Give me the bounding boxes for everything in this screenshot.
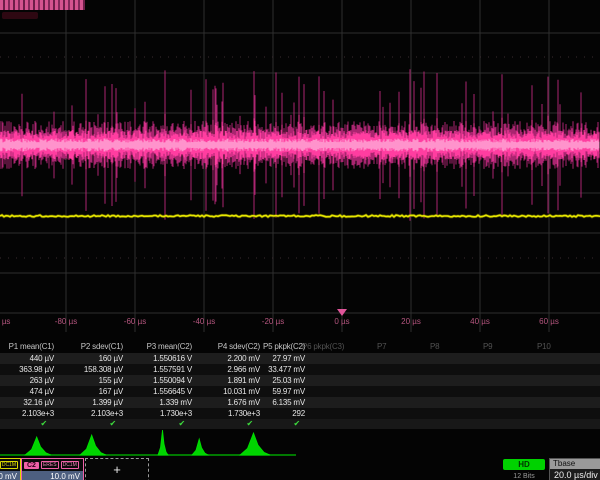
waveform-display[interactable]: -100 µs -80 µs -60 µs -40 µs -20 µs 0 µs… <box>0 0 600 332</box>
c2-coupling-badge: DC1M <box>61 461 79 469</box>
measurement-table: P1 mean(C1) P2 sdev(C1) P3 mean(C2) P4 s… <box>0 341 600 429</box>
trigger-position-icon[interactable] <box>337 309 347 316</box>
table-row-max: 474 µV167 µV1.556645 V10.031 mV59.97 mV <box>0 386 600 397</box>
time-axis-tick: -40 µs <box>193 317 215 326</box>
oscilloscope-screen: -100 µs -80 µs -60 µs -40 µs -20 µs 0 µs… <box>0 0 600 480</box>
measurement-header-row: P1 mean(C1) P2 sdev(C1) P3 mean(C2) P4 s… <box>0 341 600 353</box>
param-header-p3[interactable]: P3 mean(C2) <box>126 341 195 353</box>
param-header-p7[interactable]: P7 <box>377 341 386 353</box>
table-row-mean: 363.98 µV158.308 µV1.557591 V2.966 mV33.… <box>0 364 600 375</box>
c2-label: C2 <box>24 462 39 469</box>
c1-coupling-badge: DC1M <box>0 461 18 469</box>
time-axis-tick: 60 µs <box>539 317 559 326</box>
param-header-p8[interactable]: P8 <box>430 341 439 353</box>
time-axis-tick: -60 µs <box>124 317 146 326</box>
time-axis-tick: -80 µs <box>55 317 77 326</box>
table-row-num: 2.103e+32.103e+31.730e+31.730e+3292 <box>0 408 600 419</box>
descriptor-bar: C1 DC1M 10.0 mV C2 ERES DC1M 10.0 mV + H… <box>0 458 600 480</box>
c2-eres-badge: ERES <box>41 461 59 469</box>
graticule <box>0 0 600 332</box>
param-header-p6[interactable]: P6 pkpk(C3) <box>302 341 344 353</box>
table-row-sdev: 32.16 µV1.399 µV1.339 mV1.676 mV6.135 mV <box>0 397 600 408</box>
trace-annotation-label <box>0 0 85 10</box>
timebase-title: Tbase <box>550 459 600 469</box>
channel-c1-descriptor[interactable]: C1 DC1M 10.0 mV <box>0 458 21 480</box>
time-axis-tick: -100 µs <box>0 317 10 326</box>
table-row-min: 263 µV155 µV1.550094 V1.891 mV25.03 mV <box>0 375 600 386</box>
param-header-p10[interactable]: P10 <box>537 341 551 353</box>
timebase-value: 20.0 µs/div <box>550 469 600 480</box>
param-header-p2[interactable]: P2 sdev(C1) <box>57 341 126 353</box>
hd-mode-badge[interactable]: HD <box>503 459 545 470</box>
trace-annotation-shadow <box>2 12 38 19</box>
measurement-histicons <box>0 428 600 458</box>
channel-c2-descriptor[interactable]: C2 ERES DC1M 10.0 mV <box>21 458 84 480</box>
resolution-label: 12 Bits <box>503 473 545 480</box>
param-header-p1[interactable]: P1 mean(C1) <box>0 341 57 353</box>
table-row-value: 440 µV160 µV1.550616 V2.200 mV27.97 mV <box>0 353 600 364</box>
add-trace-button[interactable]: + <box>85 458 149 480</box>
time-axis-tick: 40 µs <box>470 317 490 326</box>
timebase-descriptor[interactable]: Tbase 20.0 µs/div <box>549 458 600 480</box>
c2-scale: 10.0 mV <box>22 471 83 480</box>
add-trace-icon: + <box>113 462 121 477</box>
param-header-p4[interactable]: P4 sdev(C2) <box>195 341 263 353</box>
time-axis-tick: -20 µs <box>262 317 284 326</box>
c1-scale: 10.0 mV <box>0 471 20 480</box>
time-axis-tick: 0 µs <box>334 317 349 326</box>
time-axis-tick: 20 µs <box>401 317 421 326</box>
param-header-p9[interactable]: P9 <box>483 341 492 353</box>
